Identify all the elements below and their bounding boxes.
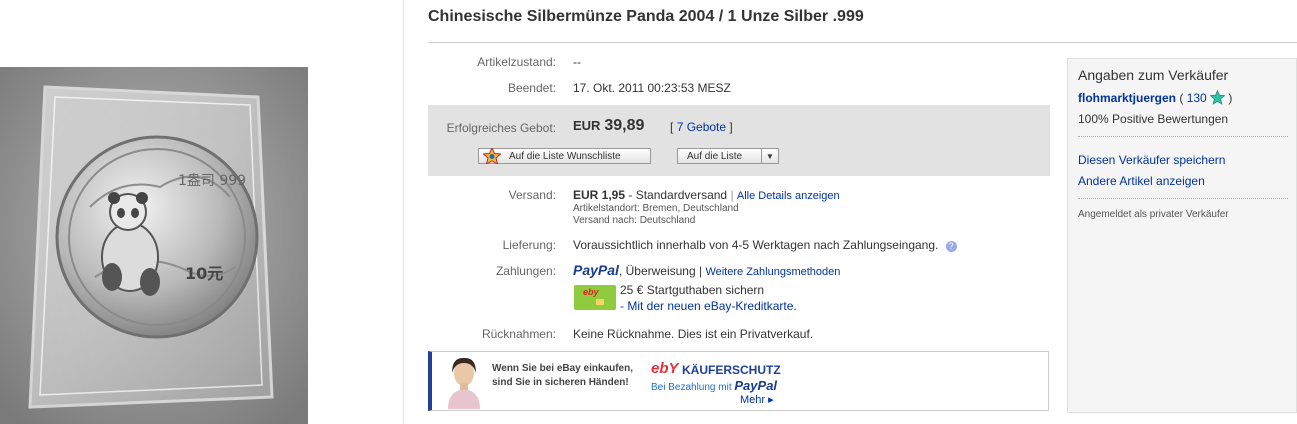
bid-currency: EUR — [573, 118, 601, 133]
column-divider — [403, 0, 404, 424]
star-icon[interactable] — [1209, 89, 1226, 105]
buyer-protection-banner[interactable]: Wenn Sie bei eBay einkaufen, sind Sie in… — [428, 351, 1049, 411]
bid-history-link[interactable]: 7 Gebote — [677, 120, 726, 134]
bid-count-open: [ — [670, 120, 674, 134]
shipping-method: - Standardversand — [625, 188, 728, 202]
delivery-label: Lieferung: — [502, 238, 556, 252]
seller-registration-type: Angemeldet als privater Verkäufer — [1078, 209, 1229, 220]
returns-label: Rücknahmen: — [481, 327, 556, 341]
more-payment-methods-link[interactable]: Weitere Zahlungsmethoden — [705, 266, 840, 278]
buyer-protection-title: KÄUFERSCHUTZ — [682, 363, 781, 377]
shipping-price: EUR 1,95 — [573, 188, 626, 202]
title-divider — [428, 42, 1297, 43]
credit-card-icon[interactable]: eby — [574, 285, 616, 310]
bid-amount: 39,89 — [604, 117, 645, 134]
coin-image: 1盎司 999 10元 — [0, 67, 308, 424]
shipping-separator: | — [730, 188, 734, 202]
winning-bid-amount: EUR 39,89 — [573, 117, 644, 135]
wishlist-button-label: Auf die Liste Wunschliste — [509, 151, 621, 162]
returns-value: Keine Rücknahme. Dies ist ein Privatverk… — [573, 327, 814, 341]
help-icon[interactable]: ? — [945, 241, 957, 252]
item-photo[interactable]: 1盎司 999 10元 — [0, 67, 308, 424]
ships-to: Versand nach: Deutschland — [573, 215, 696, 226]
seller-info-panel: Angaben zum Verkäufer flohmarktjuergen (… — [1067, 58, 1297, 413]
shipping-label: Versand: — [508, 188, 556, 202]
bid-count-close: ] — [729, 120, 733, 134]
coin-inscription: 1盎司 999 — [178, 173, 246, 189]
ebay-logo: ebY — [651, 360, 679, 377]
star-icon — [483, 148, 501, 164]
bid-count: [ 7 Gebote ] — [670, 120, 733, 134]
add-to-wishlist-button[interactable]: Auf die Liste Wunschliste — [478, 148, 651, 164]
paypal-logo: PayPal — [573, 262, 619, 278]
paypal-note: Bei Bezahlung mit PayPal — [651, 378, 777, 393]
seller-identity: flohmarktjuergen ( 130 ) — [1078, 89, 1233, 105]
bid-panel: Erfolgreiches Gebot: EUR 39,89 [ 7 Gebot… — [428, 105, 1050, 176]
chevron-down-icon[interactable]: ▼ — [761, 149, 778, 163]
item-location: Artikelstandort: Bremen, Deutschland — [573, 203, 739, 214]
woman-photo — [442, 353, 486, 409]
shipping-row: EUR 1,95 - Standardversand | Alle Detail… — [573, 188, 840, 202]
winning-bid-label: Erfolgreiches Gebot: — [446, 121, 556, 135]
ended-value: 17. Okt. 2011 00:23:53 MESZ — [573, 81, 731, 95]
save-seller-link[interactable]: Diesen Verkäufer speichern — [1078, 153, 1225, 167]
ended-label: Beendet: — [507, 81, 556, 95]
seller-divider-1 — [1078, 136, 1288, 137]
seller-divider-2 — [1078, 198, 1288, 199]
list-button-label: Auf die Liste — [687, 151, 743, 162]
payment-other: , Überweisung | — [618, 264, 703, 278]
seller-score-link[interactable]: 130 — [1187, 91, 1207, 105]
other-items-link[interactable]: Andere Artikel anzeigen — [1078, 174, 1205, 188]
payment-methods: PayPal, Überweisung | Weitere Zahlungsme… — [573, 262, 840, 278]
add-to-list-button[interactable]: Auf die Liste ▼ — [677, 148, 779, 164]
payment-label: Zahlungen: — [495, 264, 556, 278]
seller-name-link[interactable]: flohmarktjuergen — [1078, 91, 1176, 105]
seller-heading: Angaben zum Verkäufer — [1078, 67, 1229, 83]
banner-line-2: sind Sie in sicheren Händen! — [492, 377, 629, 388]
item-title: Chinesische Silbermünze Panda 2004 / 1 U… — [428, 8, 864, 25]
condition-label: Artikelzustand: — [477, 55, 556, 69]
shipping-details-link[interactable]: Alle Details anzeigen — [737, 190, 840, 202]
delivery-value: Voraussichtlich innerhalb von 4-5 Werkta… — [573, 238, 957, 252]
card-chip — [596, 299, 604, 305]
banner-line-1: Wenn Sie bei eBay einkaufen, — [492, 363, 633, 374]
coin-value: 10元 — [185, 264, 223, 283]
seller-score-open: ( — [1179, 91, 1184, 105]
seller-score-close: ) — [1228, 91, 1233, 105]
banner-more-link[interactable]: Mehr ▸ — [740, 393, 774, 406]
credit-card-link[interactable]: - Mit der neuen eBay-Kreditkarte. — [620, 299, 797, 313]
credit-offer: 25 € Startguthaben sichern — [620, 283, 765, 297]
banner-slogan: Wenn Sie bei eBay einkaufen, sind Sie in… — [492, 362, 633, 390]
seller-positive-feedback: 100% Positive Bewertungen — [1078, 112, 1229, 126]
delivery-text: Voraussichtlich innerhalb von 4-5 Werkta… — [573, 238, 939, 252]
condition-value: -- — [573, 55, 581, 69]
card-logo: eby — [583, 287, 599, 297]
paypal-note-logo: PayPal — [734, 378, 778, 393]
paypal-note-prefix: Bei Bezahlung mit — [651, 382, 732, 393]
